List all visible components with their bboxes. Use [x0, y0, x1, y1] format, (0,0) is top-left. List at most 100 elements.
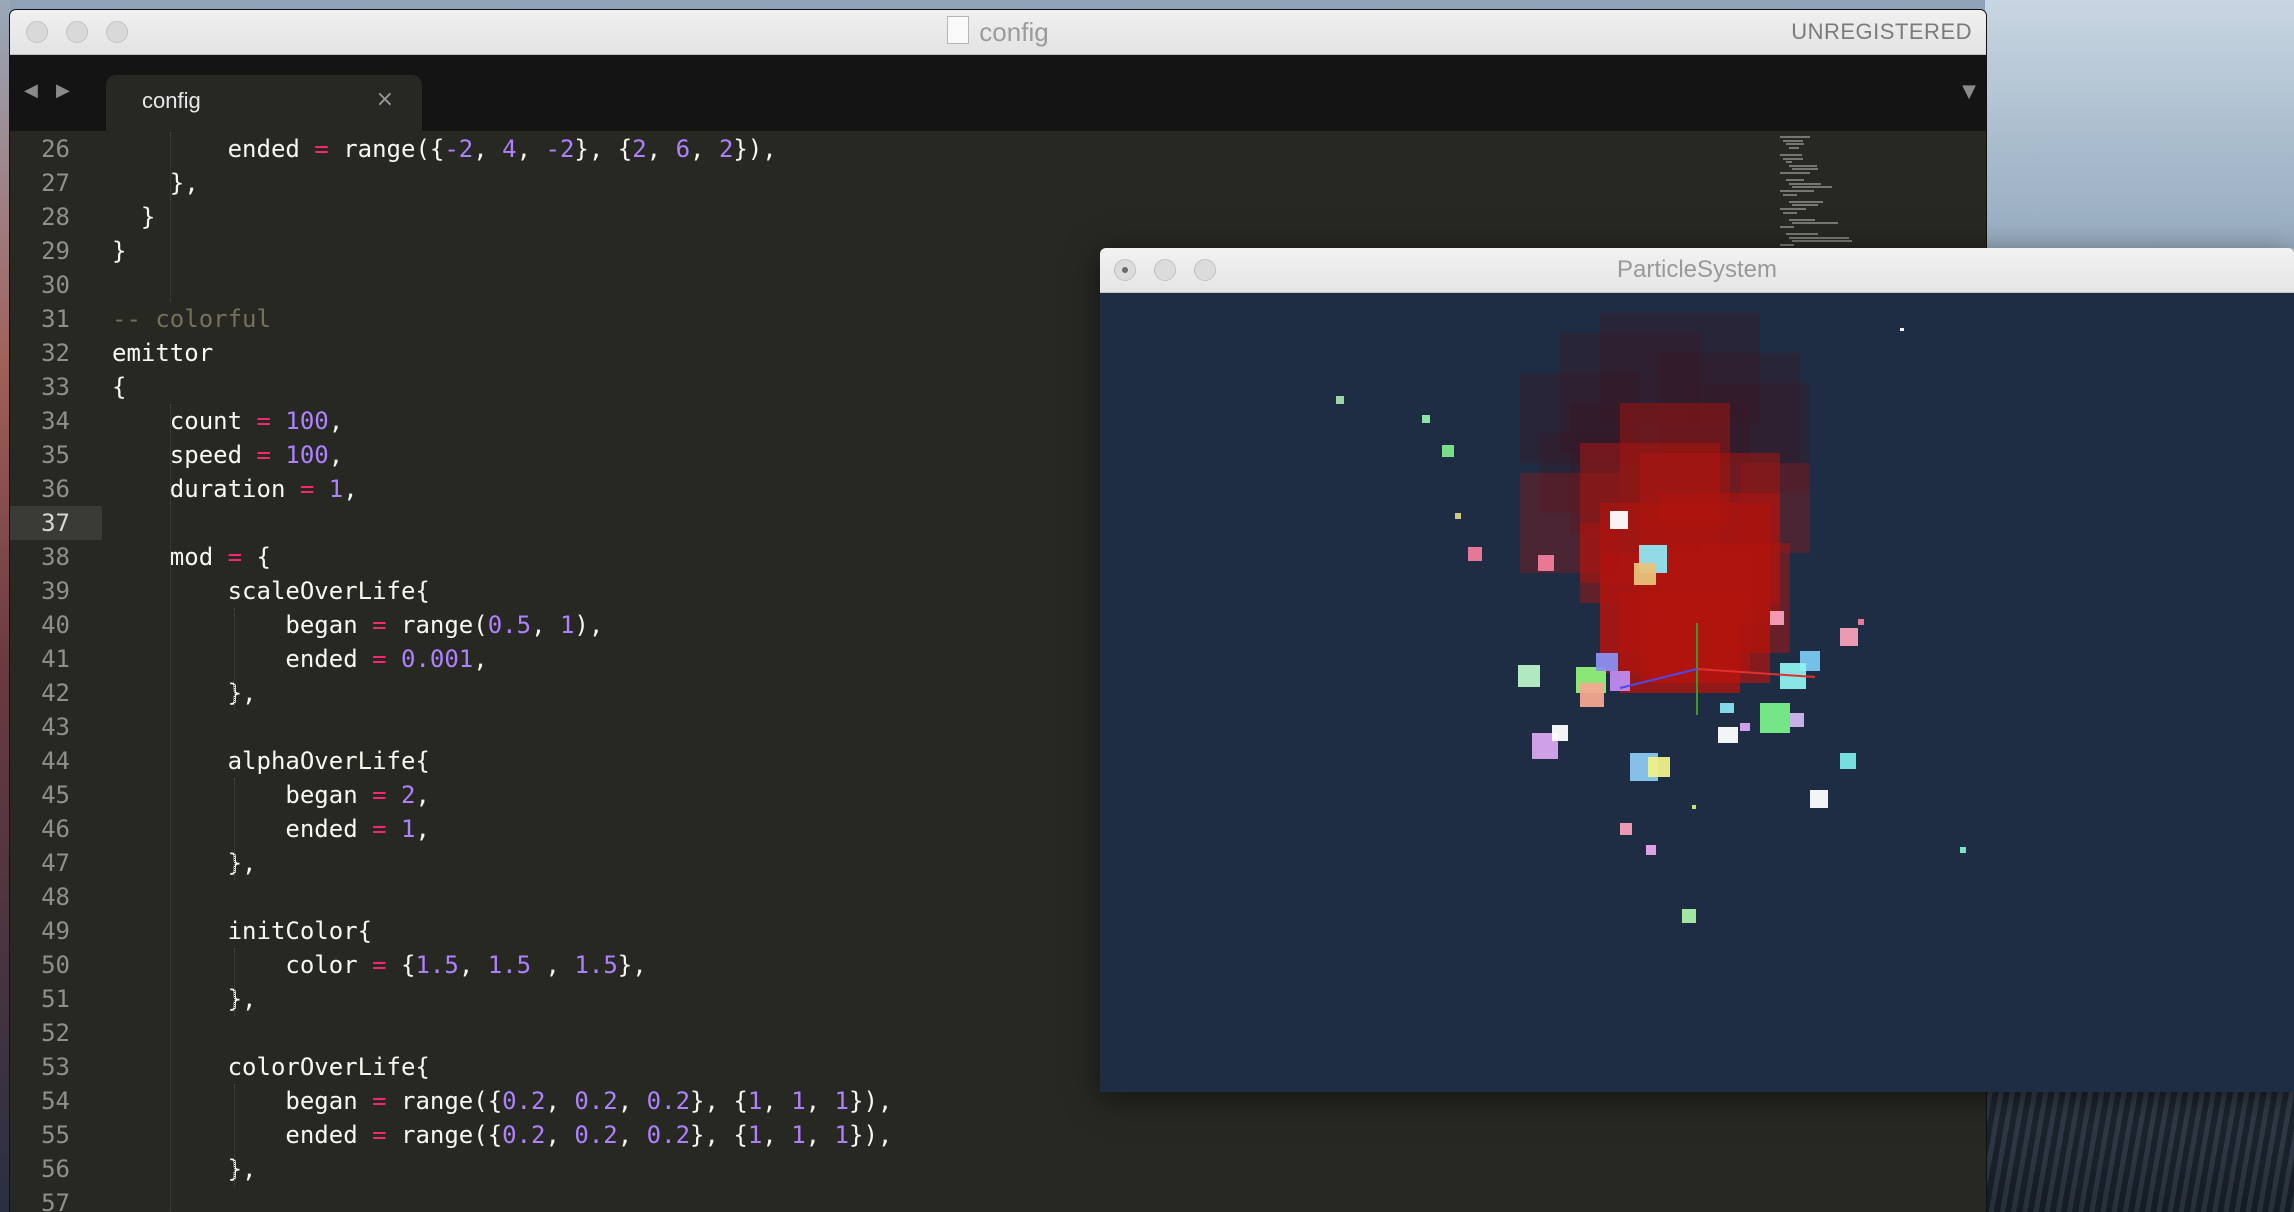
particle-canvas[interactable]: [1100, 293, 2294, 1092]
line-number: 41: [41, 645, 70, 673]
particle: [1580, 683, 1604, 707]
minimap-line: [1783, 193, 1797, 196]
line-number: 37: [41, 509, 70, 537]
minimap-line: [1780, 136, 1810, 138]
code-line[interactable]: began = range(0.5, 1),: [112, 608, 603, 642]
particle: [1648, 757, 1670, 777]
line-number: 44: [41, 747, 70, 775]
particle: [1596, 653, 1618, 671]
particle: [1538, 555, 1554, 571]
glow-particle: [1520, 473, 1620, 573]
line-number: 39: [41, 577, 70, 605]
minimap-line: [1783, 157, 1803, 160]
particle: [1840, 628, 1858, 646]
particle: [1740, 723, 1750, 731]
line-number: 26: [41, 135, 70, 163]
minimap-line: [1783, 211, 1797, 214]
minimap-line: [1792, 222, 1838, 225]
minimap-line: [1789, 218, 1815, 221]
indent-guide: [234, 1084, 235, 1186]
line-number: 38: [41, 543, 70, 571]
tab-config[interactable]: config ×: [106, 75, 422, 131]
minimap-line: [1792, 240, 1852, 243]
particle: [1692, 805, 1696, 809]
minimap-line: [1780, 190, 1814, 192]
line-number: 28: [41, 203, 70, 231]
code-line[interactable]: ended = range({-2, 4, -2}, {2, 6, 2}),: [112, 132, 777, 166]
particle-system-window: ParticleSystem: [1100, 248, 2294, 1092]
particle-window-title: ParticleSystem: [1616, 256, 1778, 283]
line-number: 33: [41, 373, 70, 401]
particle: [1455, 513, 1461, 519]
particle: [1720, 703, 1734, 713]
minimap[interactable]: [1780, 132, 1890, 252]
minimap-line: [1789, 164, 1817, 167]
particle: [1610, 511, 1628, 529]
code-line[interactable]: emittor: [112, 336, 213, 370]
code-line[interactable]: scaleOverLife{: [112, 574, 430, 608]
code-line[interactable]: ended = 1,: [112, 812, 430, 846]
minimap-line: [1780, 208, 1806, 210]
line-number: 57: [41, 1189, 70, 1212]
indent-guide: [234, 778, 235, 880]
line-number: 48: [41, 883, 70, 911]
line-number: 53: [41, 1053, 70, 1081]
line-number: 56: [41, 1155, 70, 1183]
particle: [1718, 727, 1738, 743]
line-number: 46: [41, 815, 70, 843]
line-number: 45: [41, 781, 70, 809]
line-number: 51: [41, 985, 70, 1013]
particle: [1634, 563, 1656, 585]
particle-titlebar[interactable]: ParticleSystem: [1100, 248, 2294, 293]
line-number: 36: [41, 475, 70, 503]
line-number: 34: [41, 407, 70, 435]
particle: [1646, 845, 1656, 855]
particle: [1810, 790, 1828, 808]
code-line[interactable]: began = range({0.2, 0.2, 0.2}, {1, 1, 1}…: [112, 1084, 892, 1118]
code-line[interactable]: initColor{: [112, 914, 373, 948]
code-line[interactable]: count = 100,: [112, 404, 343, 438]
back-arrow-icon[interactable]: ◀: [24, 80, 38, 101]
line-number: 43: [41, 713, 70, 741]
line-number-gutter: 26 27 28 29 30 31 32 33 34 35 36 37 38 39 40 41 42 43 44 45…: [10, 132, 102, 1212]
glow-particle: [1740, 463, 1810, 553]
particle: [1442, 445, 1454, 457]
minimap-line: [1786, 233, 1818, 236]
forward-arrow-icon[interactable]: ▶: [56, 80, 70, 101]
line-number: 40: [41, 611, 70, 639]
minimap-line: [1786, 161, 1792, 164]
tab-menu-icon[interactable]: ▼: [1962, 81, 1976, 102]
close-tab-icon[interactable]: ×: [376, 87, 394, 112]
code-line[interactable]: ended = range({0.2, 0.2, 0.2}, {1, 1, 1}…: [112, 1118, 892, 1152]
code-line[interactable]: },: [112, 166, 199, 200]
line-number: 31: [41, 305, 70, 333]
minimap-line: [1783, 139, 1803, 142]
code-line[interactable]: -- colorful: [112, 302, 271, 336]
code-line[interactable]: alphaOverLife{: [112, 744, 430, 778]
line-number: 30: [41, 271, 70, 299]
line-number: 29: [41, 237, 70, 265]
code-line[interactable]: colorOverLife{: [112, 1050, 430, 1084]
tab-bar: ◀ ▶ config × ▼: [10, 55, 1986, 131]
code-line[interactable]: duration = 1,: [112, 472, 358, 506]
code-line[interactable]: mod = {: [112, 540, 271, 574]
code-line[interactable]: {: [112, 370, 126, 404]
code-line[interactable]: }: [112, 200, 155, 234]
minimap-line: [1780, 172, 1810, 174]
minimap-line: [1792, 186, 1832, 189]
code-line[interactable]: }: [112, 234, 126, 268]
tab-label: config: [142, 88, 201, 113]
particle: [1840, 753, 1856, 769]
code-line[interactable]: began = 2,: [112, 778, 430, 812]
particle: [1422, 415, 1430, 423]
code-line[interactable]: speed = 100,: [112, 438, 343, 472]
line-number: 52: [41, 1019, 70, 1047]
editor-titlebar[interactable]: config UNREGISTERED: [10, 10, 1986, 55]
line-number: 32: [41, 339, 70, 367]
minimap-line: [1780, 226, 1794, 228]
minimap-line: [1789, 146, 1799, 149]
particle: [1770, 611, 1784, 625]
code-line[interactable]: ended = 0.001,: [112, 642, 487, 676]
unregistered-label: UNREGISTERED: [1791, 19, 1972, 44]
code-line[interactable]: color = {1.5, 1.5 , 1.5},: [112, 948, 646, 982]
